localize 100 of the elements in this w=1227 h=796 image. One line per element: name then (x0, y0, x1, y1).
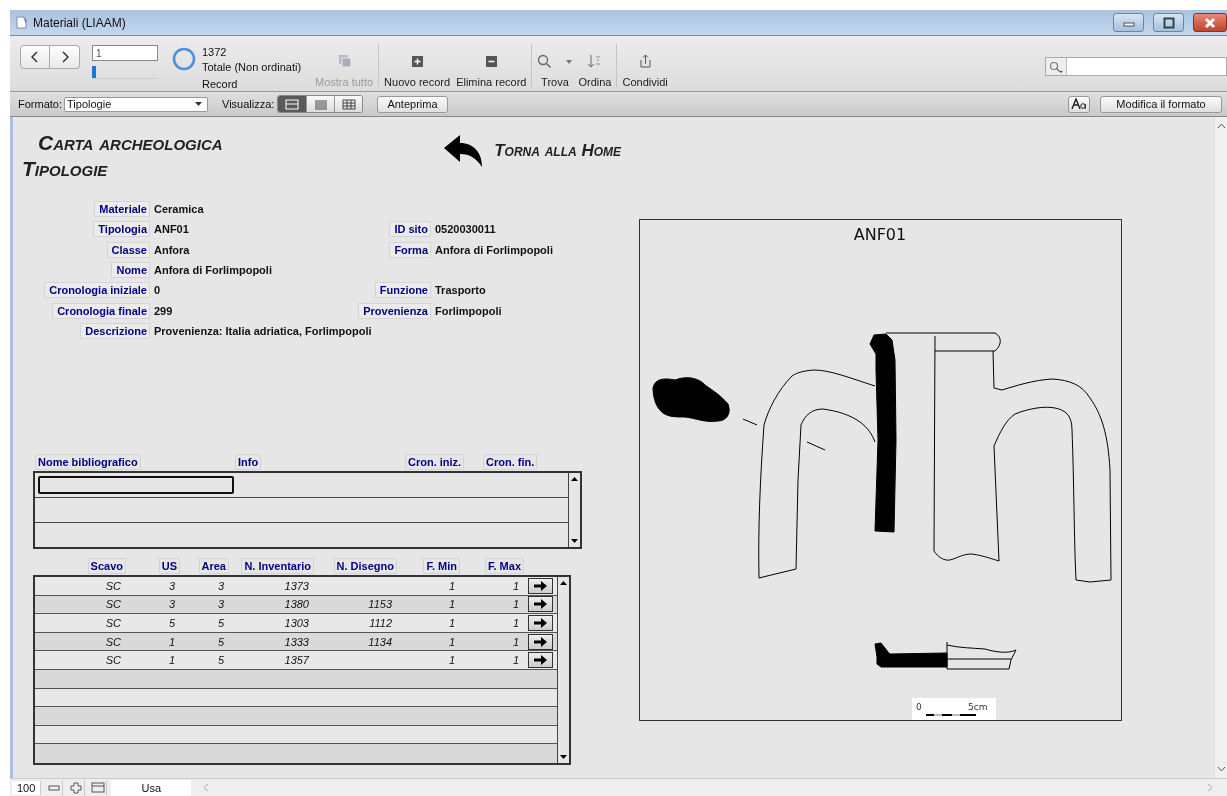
table-view-icon (341, 98, 356, 110)
go-button[interactable] (528, 596, 553, 613)
scrollbar[interactable] (568, 473, 580, 548)
table-cell-text: 1373 (284, 579, 310, 592)
slider-thumb[interactable] (92, 66, 96, 78)
table-cell-text: 5 (168, 617, 176, 630)
column-header: Area (198, 558, 229, 575)
scale-bar (926, 714, 976, 716)
zoom-in-button[interactable] (67, 779, 86, 796)
caret-icon (566, 59, 573, 64)
field-label: Funzione (374, 282, 431, 299)
go-button[interactable] (528, 652, 553, 669)
search-icon (1049, 60, 1063, 73)
plus-square-icon (409, 54, 425, 69)
mode-tab[interactable]: Usa (111, 779, 192, 796)
table-cell-text: 1 (448, 617, 456, 630)
share-icon (637, 54, 653, 69)
go-button[interactable] (528, 615, 553, 632)
form-view-icon (285, 98, 300, 110)
table-cell-text: SC (105, 598, 122, 611)
form-title: Carta archeologica (38, 131, 224, 155)
column-header: Nome bibliografico (35, 454, 141, 471)
edit-layout-button[interactable]: Modifica il formato (1100, 95, 1222, 113)
sort-button[interactable]: Ordina (575, 36, 615, 91)
chevron-right-icon (60, 51, 69, 63)
found-status: Totale (Non ordinati) (202, 61, 303, 73)
scroll-left-icon (203, 783, 210, 792)
input-field[interactable] (38, 476, 234, 495)
table-cell-text: 1 (512, 635, 520, 648)
column-header: N. Inventario (241, 558, 314, 575)
arrow-right-icon (534, 636, 547, 647)
close-button[interactable] (1193, 13, 1227, 32)
table-cell-text: 1 (448, 598, 456, 611)
field-label: Provenienza (358, 302, 431, 319)
table-cell-text: SC (105, 654, 122, 667)
table-cell-text: 3 (168, 598, 176, 611)
close-icon (1204, 16, 1216, 29)
scale-label: 5cm (968, 702, 988, 712)
next-button[interactable] (50, 45, 80, 69)
toggle-toolbar-button[interactable] (89, 779, 108, 796)
column-header: Info (235, 454, 262, 471)
table-cell-text: 5 (217, 617, 225, 630)
table-cell-text: 1303 (284, 617, 310, 630)
sort-icon (587, 54, 603, 69)
field-value: Trasporto (435, 284, 487, 297)
previous-button[interactable] (20, 45, 50, 69)
view-button[interactable] (278, 96, 307, 112)
view-button[interactable] (334, 96, 363, 112)
scroll-down-icon (1216, 766, 1226, 772)
record-slider[interactable] (92, 66, 158, 79)
table-cell-text: 3 (217, 598, 225, 611)
table-cell-text: 1333 (284, 635, 310, 648)
table-cell-text: 1 (512, 579, 520, 592)
find-button[interactable]: Trova (534, 36, 576, 91)
go-button[interactable] (528, 633, 553, 650)
field-label: Nome (111, 262, 150, 279)
record-field[interactable]: 1 (92, 45, 158, 61)
scrollbar[interactable] (557, 577, 569, 764)
new-button[interactable]: Nuovo record (381, 36, 454, 91)
table-cell-text: 1153 (368, 598, 393, 611)
font-icon (1071, 98, 1087, 110)
layout-dropdown[interactable]: Tipologie (64, 96, 208, 112)
minimize-button[interactable] (1113, 13, 1144, 32)
arrow-right-icon (534, 580, 547, 591)
maximize-icon (1162, 16, 1175, 29)
field-label: Cronologia iniziale (44, 282, 150, 299)
back-arrow-icon (442, 134, 485, 168)
drawing-title: ANF01 (853, 225, 907, 244)
minus-square-icon (483, 54, 499, 69)
share-button[interactable]: Condividi (619, 36, 671, 91)
arrow-right-icon (534, 618, 547, 629)
minus-icon (47, 782, 60, 793)
field-value: Anfora di Forlimpopoli (435, 243, 554, 256)
arrow-right-icon (534, 599, 547, 610)
scroll-up-icon (559, 580, 568, 587)
caret-icon (195, 102, 202, 106)
text-format-button[interactable] (1068, 95, 1090, 113)
scroll-up-icon (570, 476, 579, 483)
layout-label: Formato: (18, 98, 62, 110)
field-label: Materiale (94, 201, 150, 218)
search-field[interactable] (1045, 57, 1227, 76)
maximize-button[interactable] (1153, 13, 1184, 32)
form-subtitle: Tipologie (22, 156, 109, 182)
view-label: Visualizza: (222, 98, 275, 110)
preview-button[interactable]: Anteprima (377, 95, 448, 113)
field-value: Anfora di Forlimpopoli (154, 264, 273, 277)
table-cell-text: 1 (448, 654, 456, 667)
table-cell-text: SC (105, 635, 122, 648)
column-header: Cron. iniz. (405, 454, 465, 471)
home-link[interactable]: Torna alla Home (442, 134, 621, 168)
field-value: Ceramica (154, 203, 205, 216)
scroll-up-icon (1216, 123, 1226, 129)
column-header: F. Max (485, 558, 524, 575)
view-button[interactable] (306, 96, 335, 112)
table-cell-text: 3 (168, 579, 176, 592)
delete-button[interactable]: Elimina record (453, 36, 530, 91)
scale-label: 0 (916, 702, 922, 712)
go-button[interactable] (528, 577, 553, 594)
field-label: Cronologia finale (52, 302, 150, 319)
scrollbar[interactable] (1215, 117, 1227, 778)
